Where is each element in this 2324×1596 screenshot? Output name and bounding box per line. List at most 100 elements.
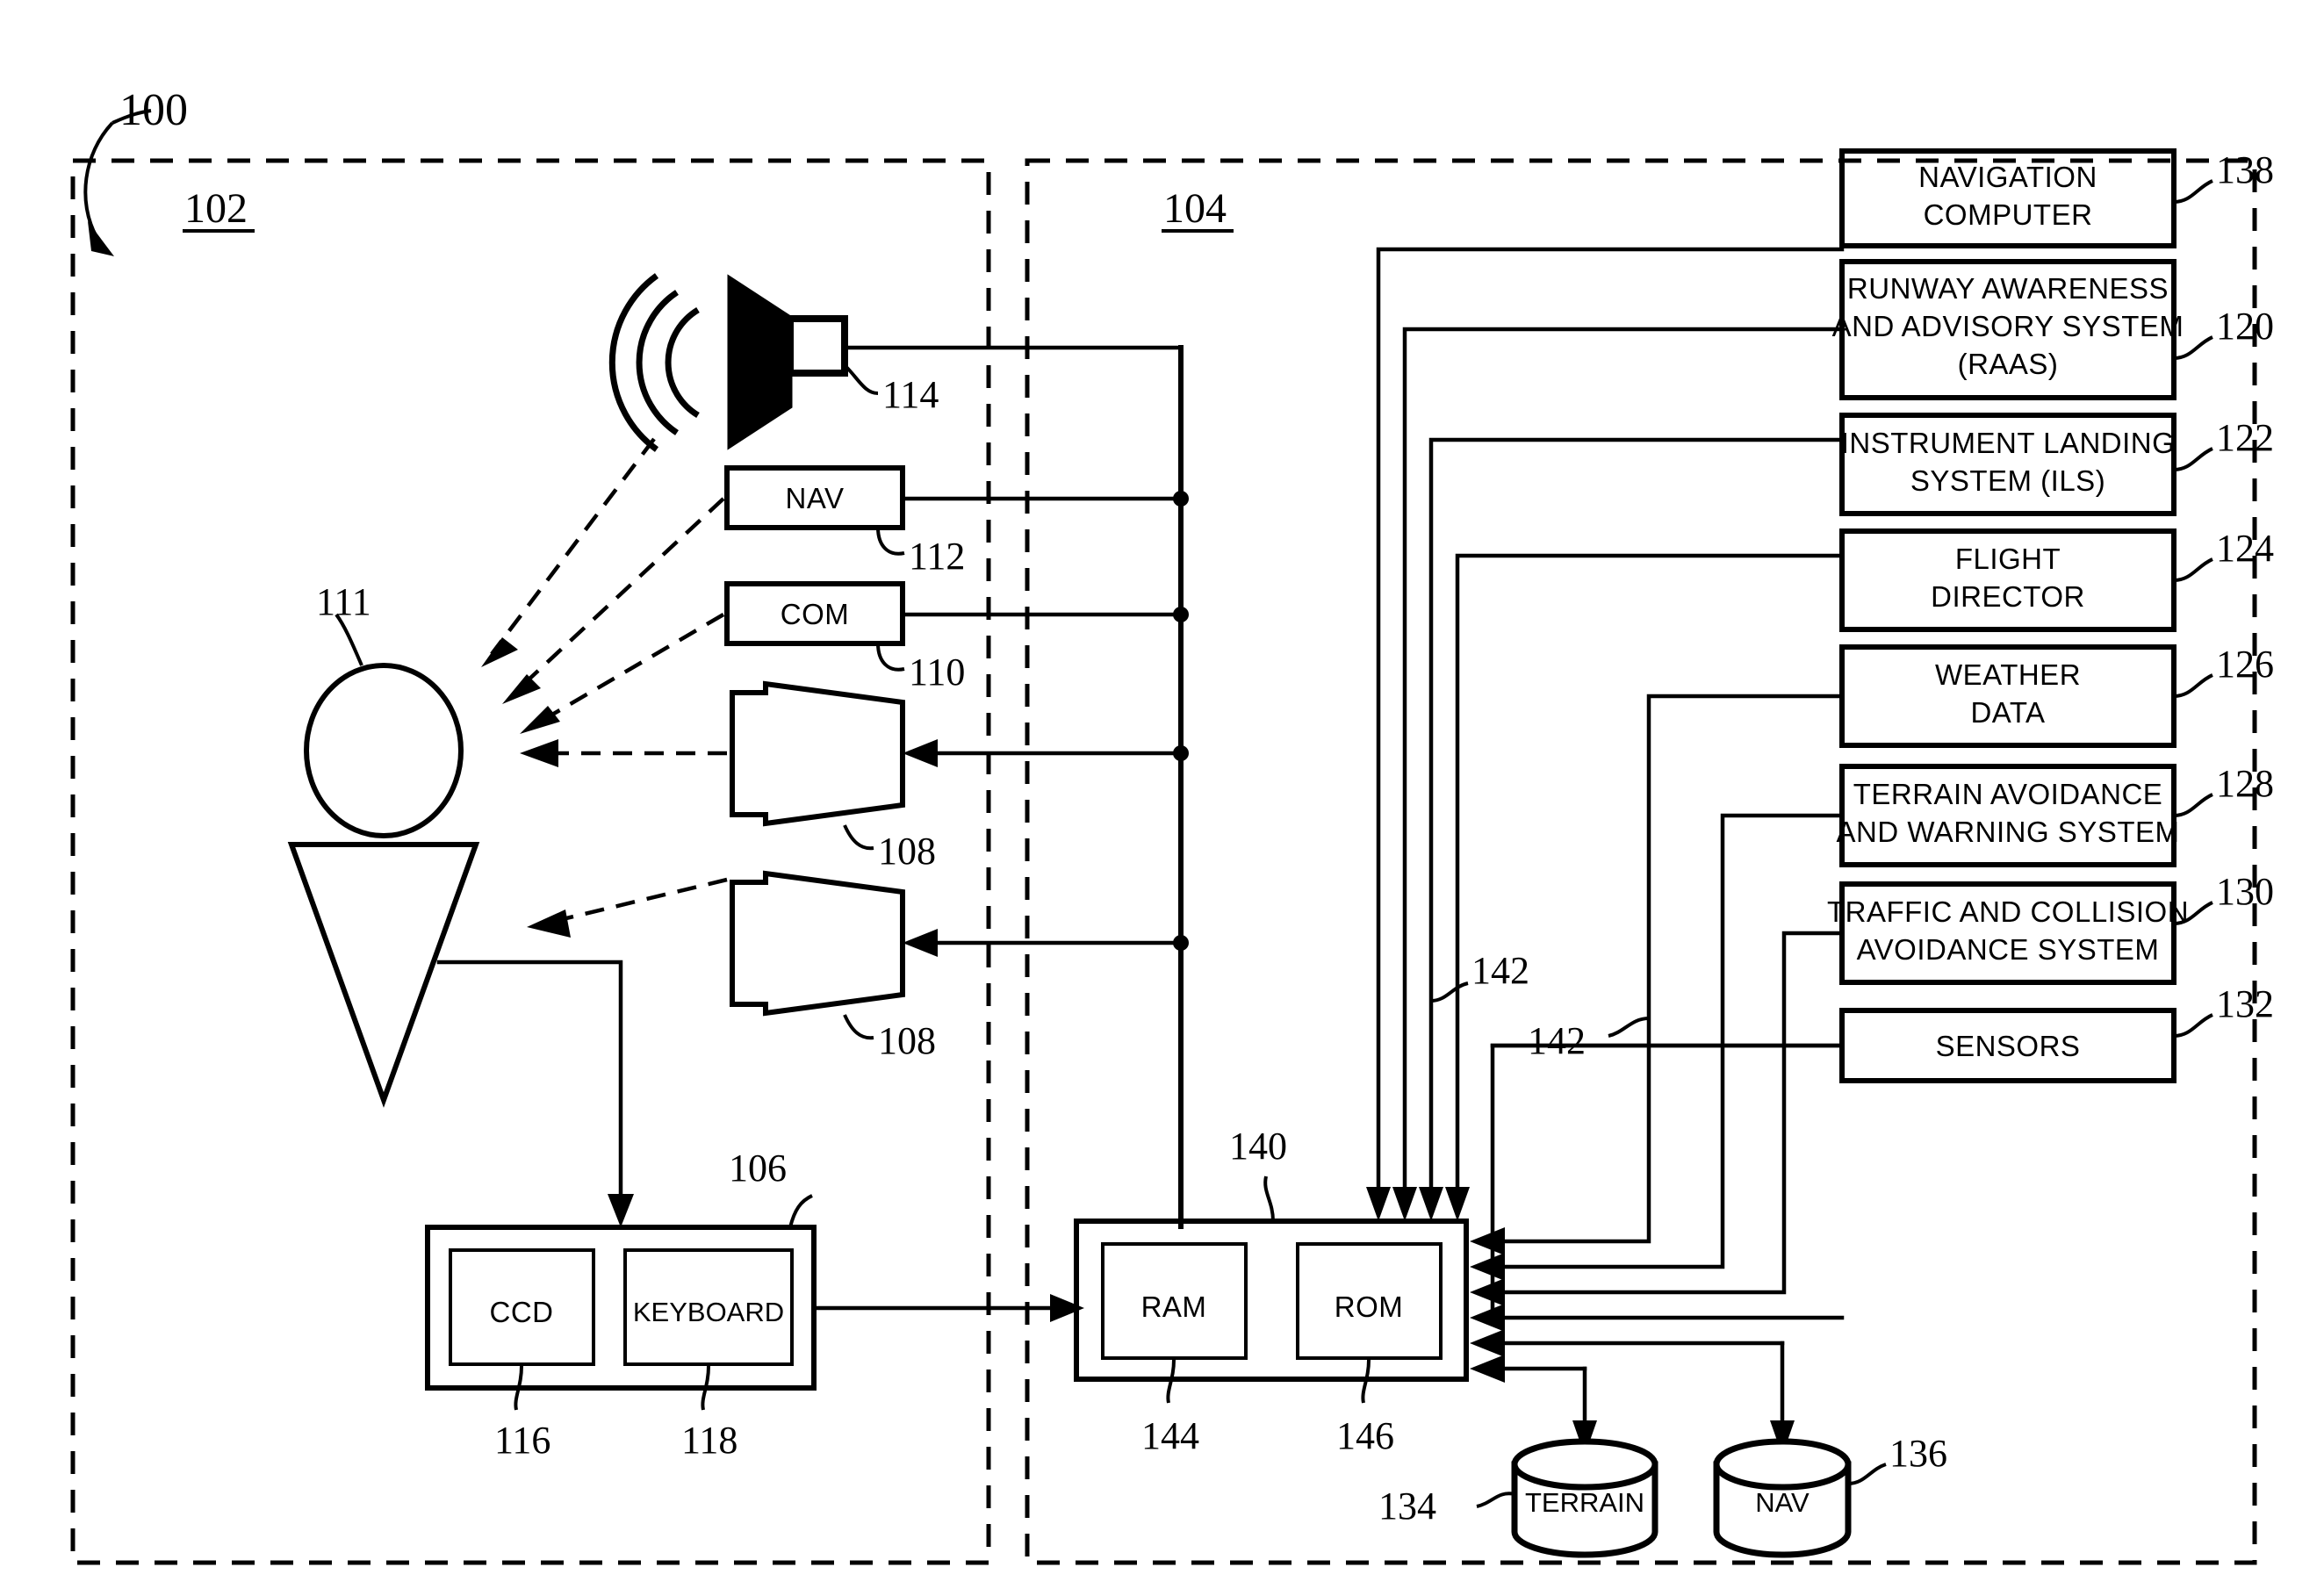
- system-box-navigation-computer: NAVIGATION COMPUTER: [1839, 148, 2177, 248]
- ref-130: 130: [2173, 870, 2274, 925]
- svg-text:140: 140: [1229, 1125, 1287, 1168]
- svg-text:116: 116: [494, 1419, 550, 1462]
- display-upper: [730, 680, 905, 827]
- ref-142-lower: 142: [1528, 1017, 1650, 1062]
- wire-terrain-avoidance-to-processor: [1470, 813, 1845, 1281]
- svg-text:122: 122: [2216, 416, 2274, 459]
- display-lower-to-pilot-arrow: [527, 877, 728, 938]
- svg-text:INSTRUMENT LANDING: INSTRUMENT LANDING: [1841, 427, 2176, 459]
- display-lower: [730, 870, 905, 1017]
- nav-radio-box: NAV: [724, 465, 905, 530]
- database-terrain: TERRAIN: [1511, 1438, 1658, 1558]
- svg-text:SYSTEM (ILS): SYSTEM (ILS): [1910, 464, 2105, 497]
- svg-text:(RAAS): (RAAS): [1958, 348, 2059, 380]
- wire-nav-computer-to-processor: [1366, 247, 1845, 1221]
- speaker-icon: [608, 273, 848, 452]
- svg-text:NAVIGATION: NAVIGATION: [1918, 161, 2097, 193]
- svg-text:AVOIDANCE SYSTEM: AVOIDANCE SYSTEM: [1857, 933, 2160, 966]
- ref-122: 122: [2173, 416, 2274, 471]
- ref-110: 110: [876, 643, 965, 694]
- svg-text:RUNWAY AWARENESS: RUNWAY AWARENESS: [1847, 272, 2169, 305]
- svg-text:COM: COM: [781, 598, 850, 630]
- ref-120: 120: [2173, 305, 2274, 360]
- svg-text:110: 110: [909, 651, 965, 694]
- cockpit-bus: [842, 345, 1189, 1229]
- wire-raas-to-processor: [1392, 327, 1845, 1221]
- processor-unit-140: RAM ROM: [1074, 1219, 1469, 1382]
- ref-144: 144: [1141, 1359, 1199, 1457]
- ref-124: 124: [2173, 527, 2274, 582]
- wire-sensors-to-processor: [1470, 1043, 1845, 1332]
- ref-128: 128: [2173, 762, 2274, 817]
- pilot-to-input-wire: [436, 960, 634, 1227]
- svg-text:128: 128: [2216, 762, 2274, 805]
- ref-132: 132: [2173, 982, 2274, 1038]
- svg-text:146: 146: [1336, 1414, 1394, 1457]
- svg-text:126: 126: [2216, 643, 2274, 686]
- svg-text:136: 136: [1889, 1432, 1947, 1475]
- svg-text:142: 142: [1528, 1019, 1586, 1062]
- system-box-ils: INSTRUMENT LANDING SYSTEM (ILS): [1839, 413, 2177, 516]
- svg-text:TERRAIN AVOIDANCE: TERRAIN AVOIDANCE: [1853, 778, 2163, 810]
- system-box-terrain-avoidance: TERRAIN AVOIDANCE AND WARNING SYSTEM: [1837, 764, 2180, 867]
- svg-text:COMPUTER: COMPUTER: [1924, 198, 2093, 231]
- com-radio-box: COM: [724, 581, 905, 646]
- ref-126: 126: [2173, 643, 2274, 698]
- pilot-figure: [287, 663, 480, 1108]
- svg-text:SENSORS: SENSORS: [1936, 1030, 2081, 1062]
- svg-text:WEATHER: WEATHER: [1935, 658, 2081, 691]
- ref-146: 146: [1336, 1359, 1394, 1457]
- svg-text:108: 108: [878, 830, 936, 873]
- com-to-pilot-arrow: [520, 613, 725, 734]
- ref-116: 116: [494, 1365, 550, 1462]
- svg-text:118: 118: [681, 1419, 737, 1462]
- svg-text:130: 130: [2216, 870, 2274, 913]
- svg-text:132: 132: [2216, 982, 2274, 1025]
- block-diagram: 114 NAV 112 COM 110 108 108 111 CCD KEYB…: [70, 85, 2274, 1565]
- svg-text:142: 142: [1471, 949, 1529, 992]
- ref-118: 118: [681, 1365, 737, 1462]
- ref-104: 104: [1162, 185, 1234, 233]
- svg-text:124: 124: [2216, 527, 2274, 570]
- svg-text:AND WARNING SYSTEM: AND WARNING SYSTEM: [1837, 816, 2180, 848]
- ref-134: 134: [1378, 1485, 1515, 1528]
- svg-text:100: 100: [119, 85, 188, 135]
- svg-text:CCD: CCD: [490, 1296, 554, 1328]
- svg-text:NAV: NAV: [786, 482, 845, 514]
- ref-138: 138: [2173, 148, 2274, 204]
- system-box-sensors: SENSORS: [1839, 1008, 2177, 1083]
- svg-text:106: 106: [729, 1147, 787, 1190]
- ref-108-upper: 108: [843, 824, 936, 873]
- ref-102: 102: [183, 185, 255, 233]
- svg-text:102: 102: [184, 185, 248, 232]
- svg-text:120: 120: [2216, 305, 2274, 348]
- ref-106: 106: [729, 1147, 813, 1228]
- system-box-flight-director: FLIGHT DIRECTOR: [1839, 528, 2177, 632]
- ref-140: 140: [1229, 1125, 1287, 1222]
- ref-136: 136: [1847, 1432, 1947, 1485]
- svg-text:TRAFFIC AND COLLISION: TRAFFIC AND COLLISION: [1827, 895, 2189, 928]
- database-nav: NAV: [1713, 1438, 1852, 1558]
- display-upper-to-pilot-arrow: [520, 739, 727, 767]
- svg-text:KEYBOARD: KEYBOARD: [633, 1297, 784, 1327]
- patent-figure-page: 114 NAV 112 COM 110 108 108 111 CCD KEYB…: [0, 0, 2324, 1596]
- svg-text:134: 134: [1378, 1485, 1436, 1528]
- svg-text:TERRAIN: TERRAIN: [1525, 1487, 1644, 1518]
- system-box-weather-data: WEATHER DATA: [1839, 644, 2177, 748]
- input-unit-106: CCD KEYBOARD: [425, 1225, 817, 1391]
- ref-114: 114: [844, 364, 939, 416]
- ref-108-lower: 108: [843, 1014, 936, 1062]
- nav-to-pilot-arrow: [502, 497, 725, 704]
- svg-text:AND ADVISORY SYSTEM: AND ADVISORY SYSTEM: [1832, 310, 2184, 342]
- ref-111: 111: [316, 580, 371, 666]
- svg-text:114: 114: [882, 373, 939, 416]
- svg-text:138: 138: [2216, 148, 2274, 191]
- svg-text:DIRECTOR: DIRECTOR: [1931, 580, 2085, 613]
- wire-nav-db-to-processor: [1470, 1329, 1795, 1456]
- system-box-raas: RUNWAY AWARENESS AND ADVISORY SYSTEM (RA…: [1832, 259, 2184, 400]
- ref-100: 100: [119, 85, 188, 135]
- input-to-processor-wire: [811, 1294, 1084, 1322]
- region-104-boundary: [1025, 158, 2257, 1565]
- svg-text:RAM: RAM: [1141, 1290, 1207, 1323]
- svg-text:ROM: ROM: [1335, 1290, 1404, 1323]
